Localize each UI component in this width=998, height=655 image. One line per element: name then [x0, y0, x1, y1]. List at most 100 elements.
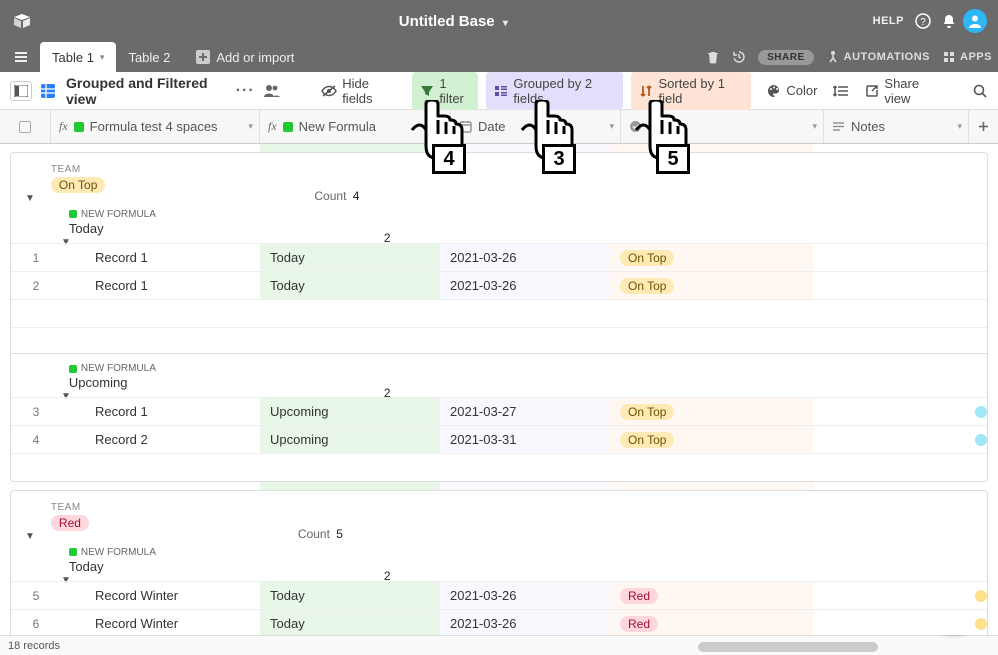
record-row[interactable]: 1 Record 1 Today 2021-03-26 On Top [11, 243, 987, 271]
app-header: Untitled Base ▾ HELP ? [0, 0, 998, 42]
add-inline-row[interactable] [11, 299, 987, 327]
share-button[interactable]: SHARE [758, 50, 814, 65]
column-label: New Formula [299, 119, 376, 134]
cell-notes[interactable] [813, 426, 975, 453]
hide-fields-icon [321, 84, 337, 98]
primary-cell[interactable]: Record 2 [61, 432, 260, 447]
view-toolbar: Grouped and Filtered view ··· Hide field… [0, 72, 998, 110]
primary-cell[interactable]: Record 1 [61, 250, 260, 265]
help-icon[interactable]: ? [910, 13, 936, 29]
cell-date[interactable]: 2021-03-26 [440, 244, 610, 271]
record-row[interactable]: 6 Record Winter Today 2021-03-26 Red [11, 609, 987, 635]
tab-table-1[interactable]: Table 1 ▾ [40, 42, 116, 72]
group-button[interactable]: Grouped by 2 fields [486, 72, 623, 110]
primary-cell[interactable]: Record Winter [61, 616, 260, 631]
column-label: Date [478, 119, 505, 134]
cell-team[interactable]: On Top [610, 272, 813, 299]
menu-icon[interactable] [6, 42, 36, 72]
primary-cell[interactable]: Record 1 [61, 278, 260, 293]
cell-date[interactable]: 2021-03-27 [440, 398, 610, 425]
subgroup-header: ▼ NEW FORMULA Today 2 [11, 199, 987, 243]
color-button[interactable]: Color [759, 79, 825, 102]
cell-formula2[interactable]: Upcoming [260, 398, 440, 425]
add-or-import-button[interactable]: Add or import [196, 42, 294, 72]
sidebar-toggle-icon[interactable] [10, 81, 32, 101]
base-title-text: Untitled Base [399, 13, 495, 30]
column-header-notes[interactable]: Notes ▾ [823, 110, 968, 143]
column-header-team[interactable]: Team ▾ [620, 110, 823, 143]
chevron-down-icon[interactable]: ▾ [439, 121, 444, 132]
automations-icon [826, 50, 840, 64]
column-header-date[interactable]: Date ▾ [450, 110, 620, 143]
cell-notes[interactable] [813, 272, 987, 299]
add-field-button[interactable] [968, 110, 998, 143]
cell-team[interactable]: On Top [610, 244, 813, 271]
cell-formula2[interactable]: Today [260, 244, 440, 271]
apps-button[interactable]: APPS [942, 50, 992, 64]
chevron-down-icon[interactable]: ▾ [248, 121, 253, 132]
record-row[interactable]: 3 Record 1 Upcoming 2021-03-27 On Top [11, 397, 987, 425]
filter-icon [420, 84, 434, 98]
cell-date[interactable]: 2021-03-26 [440, 272, 610, 299]
chevron-down-icon[interactable]: ▾ [609, 121, 614, 132]
chevron-down-icon[interactable]: ▾ [957, 121, 962, 132]
filter-button[interactable]: 1 filter [412, 72, 478, 110]
cell-formula2[interactable]: Today [260, 610, 440, 635]
cell-formula2[interactable]: Today [260, 272, 440, 299]
cell-formula2[interactable]: Upcoming [260, 426, 440, 453]
row-number: 2 [11, 279, 61, 293]
grid-view-icon[interactable] [40, 83, 56, 99]
cell-team[interactable]: On Top [610, 426, 813, 453]
account-avatar[interactable] [962, 9, 988, 33]
horizontal-scrollbar[interactable] [698, 642, 878, 652]
single-select-icon [629, 120, 642, 133]
collaborators-icon[interactable] [263, 84, 281, 98]
cell-notes[interactable] [813, 398, 975, 425]
record-row[interactable]: 5 Record Winter Today 2021-03-26 Red [11, 581, 987, 609]
help-button[interactable]: HELP [873, 15, 904, 27]
column-header-formula2[interactable]: fx New Formula ▾ [259, 110, 450, 143]
row-height-icon[interactable] [833, 84, 849, 98]
sort-button[interactable]: Sorted by 1 field [631, 72, 751, 110]
cell-team[interactable]: On Top [610, 398, 813, 425]
hide-fields-button[interactable]: Hide fields [313, 72, 404, 110]
apps-label: APPS [960, 51, 992, 63]
row-number: 3 [11, 405, 61, 419]
column-header-formula1[interactable]: fx Formula test 4 spaces ▾ [50, 110, 259, 143]
cell-date[interactable]: 2021-03-26 [440, 610, 610, 635]
plus-icon [196, 50, 210, 64]
cell-notes[interactable] [813, 244, 987, 271]
trash-icon[interactable] [706, 50, 720, 64]
cell-team[interactable]: Red [610, 610, 813, 635]
cell-team[interactable]: Red [610, 582, 813, 609]
cell-formula2[interactable]: Today [260, 582, 440, 609]
cell-date[interactable]: 2021-03-26 [440, 582, 610, 609]
cell-notes[interactable] [813, 582, 975, 609]
notifications-icon[interactable] [936, 13, 962, 29]
primary-cell[interactable]: Record Winter [61, 588, 260, 603]
chevron-down-icon[interactable]: ▾ [812, 121, 817, 132]
base-title[interactable]: Untitled Base ▾ [34, 13, 873, 30]
cell-date[interactable]: 2021-03-31 [440, 426, 610, 453]
table-tabs: Table 1 ▾ Table 2 [40, 42, 182, 72]
select-all-checkbox[interactable] [0, 110, 50, 143]
view-menu-icon[interactable]: ··· [236, 82, 255, 100]
add-inline-row[interactable] [11, 453, 987, 481]
table-tab-bar: Table 1 ▾ Table 2 Add or import SHARE AU… [0, 42, 998, 72]
apps-icon [942, 50, 956, 64]
color-swatch-icon [69, 365, 77, 373]
record-row[interactable]: 4 Record 2 Upcoming 2021-03-31 On Top [11, 425, 987, 453]
primary-cell[interactable]: Record 1 [61, 404, 260, 419]
view-name[interactable]: Grouped and Filtered view [66, 75, 228, 107]
automations-button[interactable]: AUTOMATIONS [826, 50, 930, 64]
record-row[interactable]: 2 Record 1 Today 2021-03-26 On Top [11, 271, 987, 299]
logo-icon [10, 9, 34, 33]
grid-body: ▼ TEAM On Top Count 4 ▼ NEW FORMULA Toda… [0, 144, 998, 635]
cell-notes[interactable] [813, 610, 975, 635]
row-color-dot [975, 406, 987, 418]
group-field-label: TEAM [51, 502, 89, 513]
tab-table-2[interactable]: Table 2 [116, 42, 182, 72]
history-icon[interactable] [732, 50, 746, 64]
search-icon[interactable] [972, 83, 988, 99]
share-view-button[interactable]: Share view [857, 72, 950, 110]
